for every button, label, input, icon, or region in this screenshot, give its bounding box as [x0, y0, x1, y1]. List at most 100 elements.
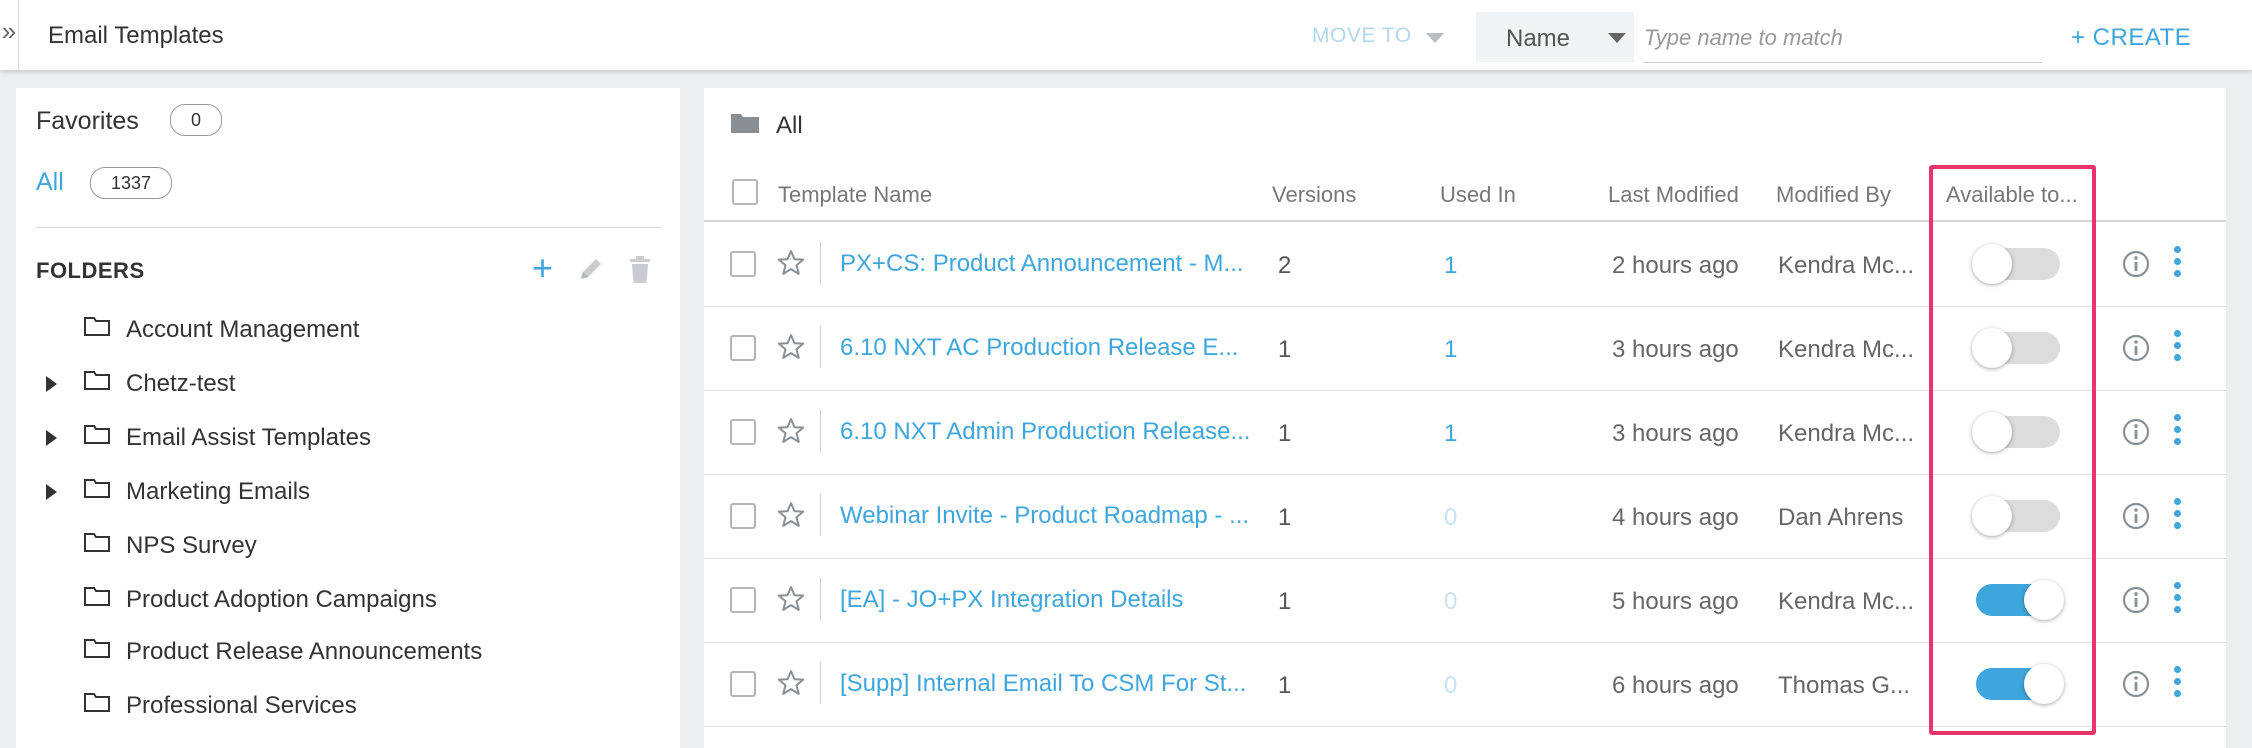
- toggle-knob: [1972, 328, 2012, 368]
- move-to-button[interactable]: MOVE TO: [1312, 24, 1412, 48]
- template-name-link[interactable]: Webinar Invite - Product Roadmap - ...: [840, 502, 1249, 530]
- folder-item[interactable]: Product Release Announcements: [16, 632, 680, 672]
- available-toggle[interactable]: [1972, 244, 2060, 284]
- more-options-icon[interactable]: [2174, 246, 2181, 282]
- modified-by-value: Kendra Mc...: [1778, 588, 1915, 615]
- column-header-used-in[interactable]: Used In: [1440, 182, 1516, 208]
- versions-value: 1: [1278, 504, 1292, 531]
- last-modified-value: 2 hours ago: [1612, 252, 1739, 279]
- expand-sidebar-icon[interactable]: »: [0, 0, 19, 70]
- column-header-versions[interactable]: Versions: [1272, 182, 1356, 208]
- column-header-template-name[interactable]: Template Name: [778, 182, 932, 208]
- used-in-link[interactable]: 1: [1444, 252, 1457, 280]
- folder-item[interactable]: Professional Services: [16, 686, 680, 726]
- toggle-knob: [2024, 664, 2064, 704]
- all-link[interactable]: All: [36, 168, 64, 197]
- star-icon[interactable]: [776, 332, 806, 362]
- template-name-link[interactable]: 6.10 NXT Admin Production Release...: [840, 418, 1250, 446]
- all-count-badge: 1337: [90, 167, 172, 199]
- folders-heading: FOLDERS: [36, 258, 145, 283]
- available-toggle[interactable]: [1972, 496, 2060, 536]
- star-icon[interactable]: [776, 668, 806, 698]
- folder-name: Chetz-test: [126, 370, 236, 397]
- used-in-link[interactable]: 1: [1444, 336, 1457, 364]
- template-name-link[interactable]: [Supp] Internal Email To CSM For St...: [840, 670, 1246, 698]
- template-name-link[interactable]: [EA] - JO+PX Integration Details: [840, 586, 1184, 614]
- expand-folder-icon[interactable]: [46, 430, 57, 446]
- versions-value: 1: [1278, 672, 1292, 699]
- row-checkbox[interactable]: [730, 503, 756, 529]
- star-icon[interactable]: [776, 248, 806, 278]
- folder-item[interactable]: Product Adoption Campaigns: [16, 580, 680, 620]
- more-options-icon[interactable]: [2174, 666, 2181, 702]
- add-folder-icon[interactable]: +: [532, 248, 553, 288]
- folder-item[interactable]: Chetz-test: [16, 364, 680, 404]
- star-icon[interactable]: [776, 500, 806, 530]
- row-checkbox[interactable]: [730, 419, 756, 445]
- favorites-link[interactable]: Favorites: [36, 107, 139, 136]
- modified-by-value: Kendra Mc...: [1778, 252, 1915, 279]
- select-all-checkbox[interactable]: [732, 179, 758, 205]
- available-toggle[interactable]: [1972, 412, 2060, 452]
- more-options-icon[interactable]: [2174, 330, 2181, 366]
- folder-name: Product Adoption Campaigns: [126, 586, 437, 613]
- row-checkbox[interactable]: [730, 335, 756, 361]
- more-options-icon[interactable]: [2174, 414, 2181, 450]
- edit-folder-icon[interactable]: [578, 256, 604, 287]
- page-title: Email Templates: [48, 22, 224, 49]
- column-header-modified-by[interactable]: Modified By: [1776, 182, 1891, 208]
- filter-field-select[interactable]: Name: [1476, 12, 1634, 62]
- info-icon[interactable]: [2122, 502, 2150, 530]
- folder-name: NPS Survey: [126, 532, 257, 559]
- info-icon[interactable]: [2122, 586, 2150, 614]
- delete-folder-icon[interactable]: [628, 256, 652, 289]
- move-to-caret-icon[interactable]: [1426, 33, 1444, 43]
- folder-item[interactable]: Marketing Emails: [16, 472, 680, 512]
- row-checkbox[interactable]: [730, 671, 756, 697]
- expand-folder-icon[interactable]: [46, 376, 57, 392]
- table-row[interactable]: 6.10 NXT AC Production Release E... 1 1 …: [704, 306, 2226, 391]
- last-modified-value: 6 hours ago: [1612, 672, 1739, 699]
- table-row[interactable]: Webinar Invite - Product Roadmap - ... 1…: [704, 474, 2226, 559]
- used-in-value: 0: [1444, 588, 1458, 615]
- last-modified-value: 5 hours ago: [1612, 588, 1739, 615]
- folder-item[interactable]: Email Assist Templates: [16, 418, 680, 458]
- more-options-icon[interactable]: [2174, 582, 2181, 618]
- toggle-knob: [2024, 580, 2064, 620]
- separator: [820, 242, 821, 284]
- available-toggle[interactable]: [1972, 328, 2060, 368]
- table-row[interactable]: PX+CS: Product Announcement - M... 2 1 2…: [704, 222, 2226, 307]
- template-name-link[interactable]: PX+CS: Product Announcement - M...: [840, 250, 1244, 278]
- info-icon[interactable]: [2122, 418, 2150, 446]
- modified-by-value: Kendra Mc...: [1778, 420, 1915, 447]
- template-name-link[interactable]: 6.10 NXT AC Production Release E...: [840, 334, 1238, 362]
- row-checkbox[interactable]: [730, 587, 756, 613]
- table-row[interactable]: [EA] - JO+PX Integration Details 1 0 5 h…: [704, 558, 2226, 643]
- column-header-last-modified[interactable]: Last Modified: [1608, 182, 1739, 208]
- separator: [820, 326, 821, 368]
- info-icon[interactable]: [2122, 250, 2150, 278]
- available-toggle[interactable]: [1976, 664, 2064, 704]
- expand-folder-icon[interactable]: [46, 484, 57, 500]
- folder-icon: [731, 114, 759, 133]
- star-icon[interactable]: [776, 584, 806, 614]
- info-icon[interactable]: [2122, 334, 2150, 362]
- folder-item[interactable]: NPS Survey: [16, 526, 680, 566]
- name-filter-input[interactable]: [1644, 14, 2042, 63]
- star-icon[interactable]: [776, 416, 806, 446]
- breadcrumb: All: [776, 112, 803, 139]
- available-toggle[interactable]: [1976, 580, 2064, 620]
- create-button[interactable]: + CREATE: [2071, 24, 2191, 52]
- folder-item[interactable]: Account Management: [16, 310, 680, 350]
- column-header-available-to[interactable]: Available to...: [1946, 182, 2078, 208]
- folder-name: Product Release Announcements: [126, 638, 483, 665]
- table-row[interactable]: [Supp] Internal Email To CSM For St... 1…: [704, 642, 2226, 727]
- table-row[interactable]: 6.10 NXT Admin Production Release... 1 1…: [704, 390, 2226, 475]
- used-in-link[interactable]: 1: [1444, 420, 1457, 448]
- info-icon[interactable]: [2122, 670, 2150, 698]
- versions-value: 2: [1278, 252, 1292, 279]
- filter-field-label: Name: [1506, 25, 1571, 52]
- more-options-icon[interactable]: [2174, 498, 2181, 534]
- toggle-knob: [1972, 496, 2012, 536]
- row-checkbox[interactable]: [730, 251, 756, 277]
